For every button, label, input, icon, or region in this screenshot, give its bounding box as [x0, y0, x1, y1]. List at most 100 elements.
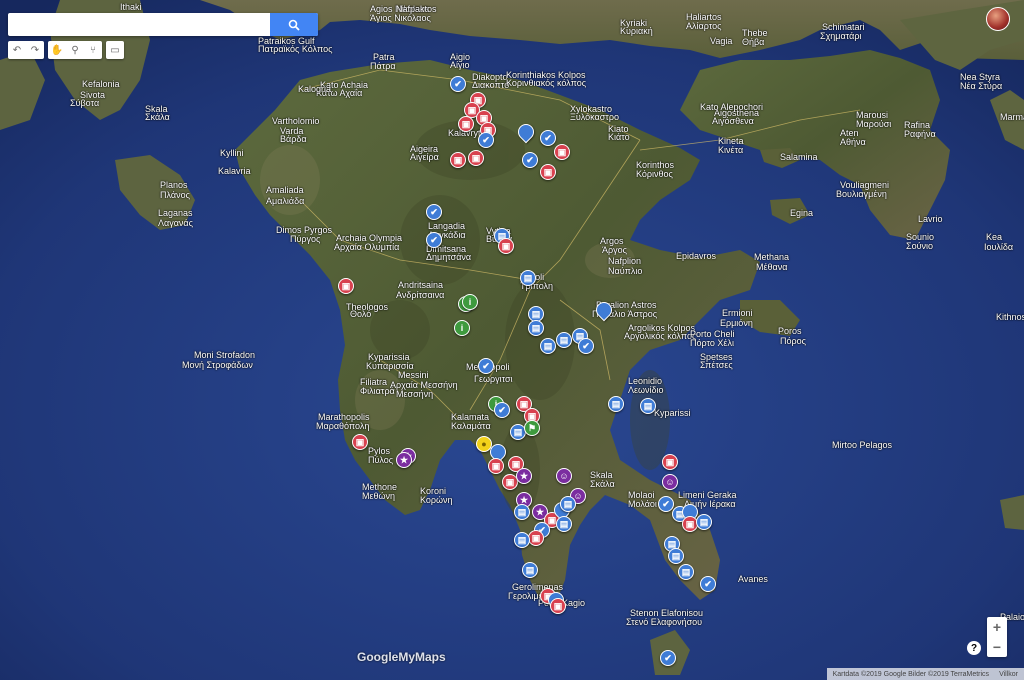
map-pin-check[interactable]: ✔: [658, 496, 674, 512]
camera-icon: ▣: [341, 280, 351, 291]
measure-button[interactable]: ▭: [106, 41, 124, 59]
map-pin-book[interactable]: ▤: [640, 398, 656, 414]
book-icon: ▤: [513, 426, 523, 437]
map-pin-book[interactable]: ▤: [540, 338, 556, 354]
book-icon: ▤: [681, 566, 691, 577]
map-pin-camera[interactable]: ▣: [338, 278, 354, 294]
camera-icon: ▣: [491, 460, 501, 471]
map-pin-person[interactable]: ☺: [662, 474, 678, 490]
map-pin-book[interactable]: ▤: [514, 504, 530, 520]
camera-icon: ▣: [547, 514, 557, 525]
search-input[interactable]: [8, 13, 263, 36]
check-icon: ✔: [662, 498, 670, 509]
map-toolbar: ↶ ↷ ✋ ⚲ ⑂ ▭: [8, 41, 124, 59]
map-pin-camera[interactable]: ▣: [498, 238, 514, 254]
zoom-out-button[interactable]: −: [987, 637, 1007, 657]
map-pin-star[interactable]: ★: [516, 468, 532, 484]
marker-icon: ⚲: [71, 44, 79, 56]
search-icon: [288, 19, 300, 31]
map-pin-star[interactable]: ★: [396, 452, 412, 468]
map-pin-book[interactable]: ▤: [668, 548, 684, 564]
map-pin-camera[interactable]: ▣: [450, 152, 466, 168]
map-pin-book[interactable]: ▤: [556, 332, 572, 348]
check-icon: ✔: [482, 360, 490, 371]
avatar[interactable]: [986, 7, 1010, 31]
help-button[interactable]: ?: [967, 641, 981, 655]
map-pin-book[interactable]: ▤: [528, 320, 544, 336]
map-pin-check[interactable]: ✔: [494, 402, 510, 418]
map-pin-info[interactable]: i: [454, 320, 470, 336]
star-icon: ★: [535, 506, 545, 517]
info-icon: i: [460, 323, 464, 333]
book-icon: ▤: [559, 334, 569, 345]
camera-icon: ▣: [461, 118, 471, 129]
map-pin-book[interactable]: ▤: [556, 516, 572, 532]
zoom-in-button[interactable]: +: [987, 617, 1007, 637]
add-marker-button[interactable]: ⚲: [66, 41, 84, 59]
map-pin-camera[interactable]: ▣: [550, 598, 566, 614]
zoom-control: + −: [987, 617, 1007, 657]
map-pin-check[interactable]: ✔: [426, 232, 442, 248]
map-canvas[interactable]: Ithaki Patraikos Gulf Πατραϊκός Κόλπος Patr…: [0, 0, 1024, 680]
map-pin-book[interactable]: ▤: [608, 396, 624, 412]
map-pin-check[interactable]: ✔: [540, 130, 556, 146]
map-pin-check[interactable]: ✔: [478, 358, 494, 374]
satellite-terrain: [0, 0, 1024, 680]
check-icon: ✔: [430, 234, 438, 245]
map-pin-camera[interactable]: ▣: [662, 454, 678, 470]
map-pin-check[interactable]: ✔: [578, 338, 594, 354]
camera-icon: ▣: [467, 104, 477, 115]
book-icon: ▤: [699, 516, 709, 527]
redo-button[interactable]: ↷: [26, 41, 44, 59]
map-pin-book[interactable]: ▤: [520, 270, 536, 286]
attribution-text: Kartdata ©2019 Google Bilder ©2019 Terra…: [832, 670, 990, 678]
camera-icon: ▣: [543, 166, 553, 177]
camera-icon: ▣: [453, 154, 463, 165]
map-pin-check[interactable]: ✔: [478, 132, 494, 148]
search-button[interactable]: [270, 13, 318, 36]
map-pin-info[interactable]: i: [462, 294, 478, 310]
map-pin-book[interactable]: ▤: [678, 564, 694, 580]
book-icon: ▤: [543, 340, 553, 351]
book-icon: ▤: [559, 518, 569, 529]
map-pin-camera[interactable]: ▣: [458, 116, 474, 132]
pan-button[interactable]: ✋: [48, 41, 66, 59]
map-pin-check[interactable]: ✔: [450, 76, 466, 92]
map-pin-book[interactable]: ▤: [522, 562, 538, 578]
book-icon: ▤: [531, 308, 541, 319]
camera-icon: ▣: [355, 436, 365, 447]
check-icon: ✔: [704, 578, 712, 589]
terms-link[interactable]: Villkor: [999, 671, 1018, 678]
draw-line-button[interactable]: ⑂: [84, 41, 102, 59]
map-pin-camera[interactable]: ▣: [554, 144, 570, 160]
camera-icon: ▣: [557, 146, 567, 157]
book-icon: ▤: [523, 272, 533, 283]
map-pin-book[interactable]: ▤: [514, 532, 530, 548]
camera-icon: ▣: [471, 152, 481, 163]
map-pin-camera[interactable]: ▣: [488, 458, 504, 474]
check-icon: ✔: [526, 154, 534, 165]
camera-icon: ▣: [553, 600, 563, 611]
map-pin-check[interactable]: ✔: [660, 650, 676, 666]
check-icon: ✔: [454, 78, 462, 89]
check-icon: ✔: [498, 404, 506, 415]
check-icon: ✔: [430, 206, 438, 217]
map-pin-hike[interactable]: ⚑: [524, 420, 540, 436]
map-pin-camera[interactable]: ▣: [540, 164, 556, 180]
tools-group: ✋ ⚲ ⑂: [48, 41, 102, 59]
map-pin-check[interactable]: ✔: [700, 576, 716, 592]
map-pin-check[interactable]: ✔: [522, 152, 538, 168]
book-icon: ▤: [563, 498, 573, 509]
map-pin-book[interactable]: ▤: [696, 514, 712, 530]
history-group: ↶ ↷: [8, 41, 44, 59]
undo-button[interactable]: ↶: [8, 41, 26, 59]
map-pin-book[interactable]: ▤: [560, 496, 576, 512]
map-pin-check[interactable]: ✔: [426, 204, 442, 220]
search-box: [8, 13, 318, 36]
map-pin-camera[interactable]: ▣: [468, 150, 484, 166]
hike-icon: ⚑: [527, 422, 537, 433]
map-pin-person[interactable]: ☺: [556, 468, 572, 484]
check-icon: ✔: [664, 652, 672, 663]
map-pin-camera[interactable]: ▣: [528, 530, 544, 546]
map-pin-camera[interactable]: ▣: [352, 434, 368, 450]
